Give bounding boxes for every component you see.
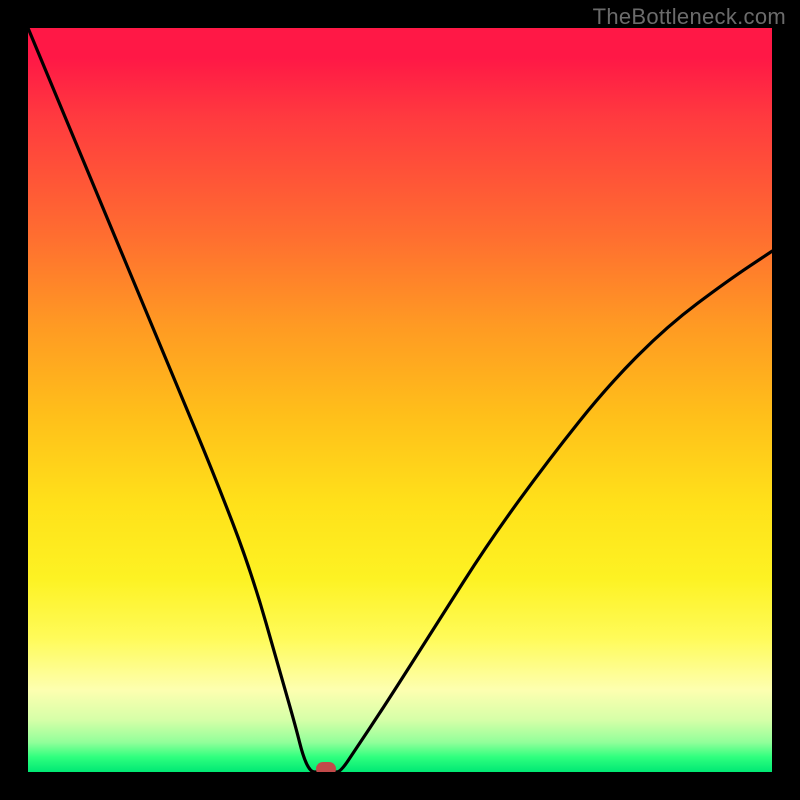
bottleneck-curve bbox=[28, 28, 772, 772]
chart-frame: TheBottleneck.com bbox=[0, 0, 800, 800]
curve-svg bbox=[28, 28, 772, 772]
watermark-text: TheBottleneck.com bbox=[593, 4, 786, 30]
plot-area bbox=[28, 28, 772, 772]
optimal-point-marker bbox=[316, 762, 336, 772]
